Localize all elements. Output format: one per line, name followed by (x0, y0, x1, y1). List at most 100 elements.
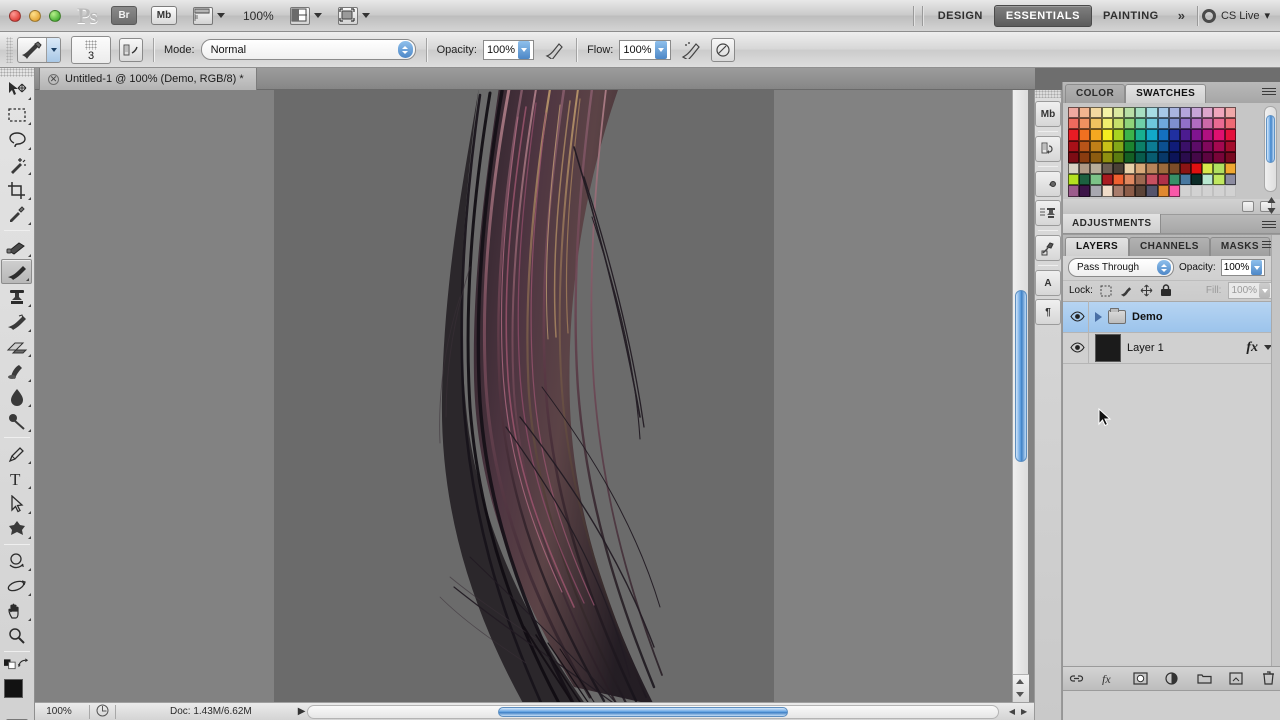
launch-bridge-button[interactable]: Br (111, 6, 137, 25)
brush-preset-picker[interactable] (17, 37, 61, 63)
color-swatch[interactable] (1158, 174, 1169, 185)
vertical-scroll-arrows[interactable] (1013, 674, 1029, 702)
status-popup-arrow-icon[interactable]: ▶ (252, 706, 306, 717)
color-swatch[interactable] (1202, 118, 1213, 129)
color-swatch[interactable] (1191, 163, 1202, 174)
color-swatch[interactable] (1102, 118, 1113, 129)
color-swatch[interactable] (1135, 174, 1146, 185)
history-icon[interactable] (1035, 136, 1061, 162)
layer-blend-mode-select[interactable]: Pass Through (1068, 258, 1174, 277)
proof-colors-icon[interactable] (96, 704, 109, 720)
brush-presets-icon[interactable] (1035, 171, 1061, 197)
vertical-scrollbar-thumb[interactable] (1015, 290, 1027, 462)
color-swatch[interactable] (1225, 107, 1236, 118)
color-swatch[interactable] (1180, 107, 1191, 118)
color-swatch[interactable] (1090, 107, 1101, 118)
brush-preset-dropdown[interactable] (46, 38, 60, 62)
color-swatch[interactable] (1079, 163, 1090, 174)
screen-mode-group[interactable] (338, 7, 370, 25)
sidebar-tool-magic-wand[interactable] (0, 152, 33, 177)
color-swatch[interactable] (1090, 163, 1101, 174)
color-swatch[interactable] (1169, 141, 1180, 152)
flow-field[interactable]: 100% (619, 40, 670, 60)
brush-size-field[interactable]: 3 (71, 36, 111, 64)
color-swatch[interactable] (1090, 152, 1101, 163)
color-swatch[interactable] (1202, 152, 1213, 163)
color-swatch[interactable] (1180, 141, 1191, 152)
color-swatch[interactable] (1158, 129, 1169, 140)
color-swatch[interactable] (1113, 163, 1124, 174)
foreground-color-swatch[interactable] (4, 679, 23, 698)
color-swatch[interactable] (1113, 129, 1124, 140)
lock-position-icon[interactable] (1140, 284, 1153, 297)
sidebar-tool-healing-brush[interactable] (0, 234, 33, 259)
color-swatch[interactable] (1202, 185, 1213, 196)
sidebar-tool-blur[interactable] (0, 384, 33, 409)
color-swatch[interactable] (1113, 141, 1124, 152)
workspace-painting-button[interactable]: PAINTING (1092, 6, 1170, 26)
color-swatch[interactable] (1135, 129, 1146, 140)
delete-layer-icon[interactable] (1261, 671, 1276, 686)
color-swatch[interactable] (1225, 152, 1236, 163)
layer-opacity-field[interactable]: 100% (1221, 259, 1266, 276)
layer-visibility-toggle[interactable] (1067, 332, 1089, 363)
color-swatch[interactable] (1090, 174, 1101, 185)
color-swatch[interactable] (1180, 152, 1191, 163)
swap-colors-icon[interactable] (17, 658, 30, 670)
more-workspaces-icon[interactable]: » (1170, 8, 1193, 23)
sidebar-tool-brush[interactable] (1, 259, 32, 284)
color-swatch[interactable] (1213, 141, 1224, 152)
color-swatch[interactable] (1158, 163, 1169, 174)
color-swatch[interactable] (1102, 174, 1113, 185)
color-swatch[interactable] (1068, 118, 1079, 129)
color-swatch[interactable] (1146, 152, 1157, 163)
sidebar-tool-eraser[interactable] (0, 334, 33, 359)
color-swatch[interactable] (1135, 107, 1146, 118)
sidebar-tool-3d-orbit[interactable] (0, 573, 33, 598)
clone-source-icon[interactable] (1035, 200, 1061, 226)
close-window-button[interactable] (9, 10, 21, 22)
color-swatch[interactable] (1180, 129, 1191, 140)
mini-bridge-icon[interactable]: Mb (1035, 101, 1061, 127)
color-swatch[interactable] (1124, 152, 1135, 163)
sidebar-tool-pen[interactable] (0, 441, 33, 466)
arrange-documents-group[interactable] (290, 7, 322, 25)
new-group-icon[interactable] (1197, 671, 1212, 686)
color-swatch[interactable] (1169, 174, 1180, 185)
color-swatch[interactable] (1102, 107, 1113, 118)
color-swatch[interactable] (1202, 163, 1213, 174)
sidebar-tool-move[interactable] (0, 77, 33, 102)
swatches-scrollbar-thumb[interactable] (1266, 115, 1275, 163)
color-swatch[interactable] (1158, 185, 1169, 196)
color-swatch[interactable] (1213, 129, 1224, 140)
color-swatch[interactable] (1191, 185, 1202, 196)
sidebar-tool-dodge[interactable] (0, 409, 33, 434)
color-swatch[interactable] (1158, 152, 1169, 163)
color-swatch[interactable] (1191, 152, 1202, 163)
link-layers-icon[interactable] (1069, 671, 1084, 686)
default-colors-icon[interactable] (4, 658, 17, 670)
color-swatch[interactable] (1146, 141, 1157, 152)
blend-mode-select[interactable]: Normal (201, 39, 416, 60)
layer-thumbnail[interactable] (1095, 334, 1121, 362)
color-swatch[interactable] (1113, 185, 1124, 196)
color-swatch[interactable] (1113, 107, 1124, 118)
color-swatch[interactable] (1090, 185, 1101, 196)
canvas-horizontal-scrollbar[interactable] (307, 705, 999, 719)
color-swatch[interactable] (1225, 174, 1236, 185)
tab-adjustments[interactable]: ADJUSTMENTS (1063, 214, 1161, 233)
color-swatch[interactable] (1180, 163, 1191, 174)
table-row[interactable]: Demo (1063, 302, 1280, 333)
color-swatch[interactable] (1169, 118, 1180, 129)
tab-masks[interactable]: MASKS (1210, 237, 1270, 256)
canvas-vertical-scrollbar[interactable] (1012, 90, 1028, 702)
swatches-scroll-down-icon[interactable] (1267, 206, 1276, 214)
color-swatch[interactable] (1124, 163, 1135, 174)
brush-panel-toggle-button[interactable] (119, 38, 143, 62)
color-swatch[interactable] (1102, 141, 1113, 152)
sidebar-tool-lasso[interactable] (0, 127, 33, 152)
view-extras-chevron-down-icon[interactable] (217, 13, 225, 18)
color-swatch[interactable] (1225, 163, 1236, 174)
color-swatch[interactable] (1202, 174, 1213, 185)
sidebar-tool-crop[interactable] (0, 177, 33, 202)
